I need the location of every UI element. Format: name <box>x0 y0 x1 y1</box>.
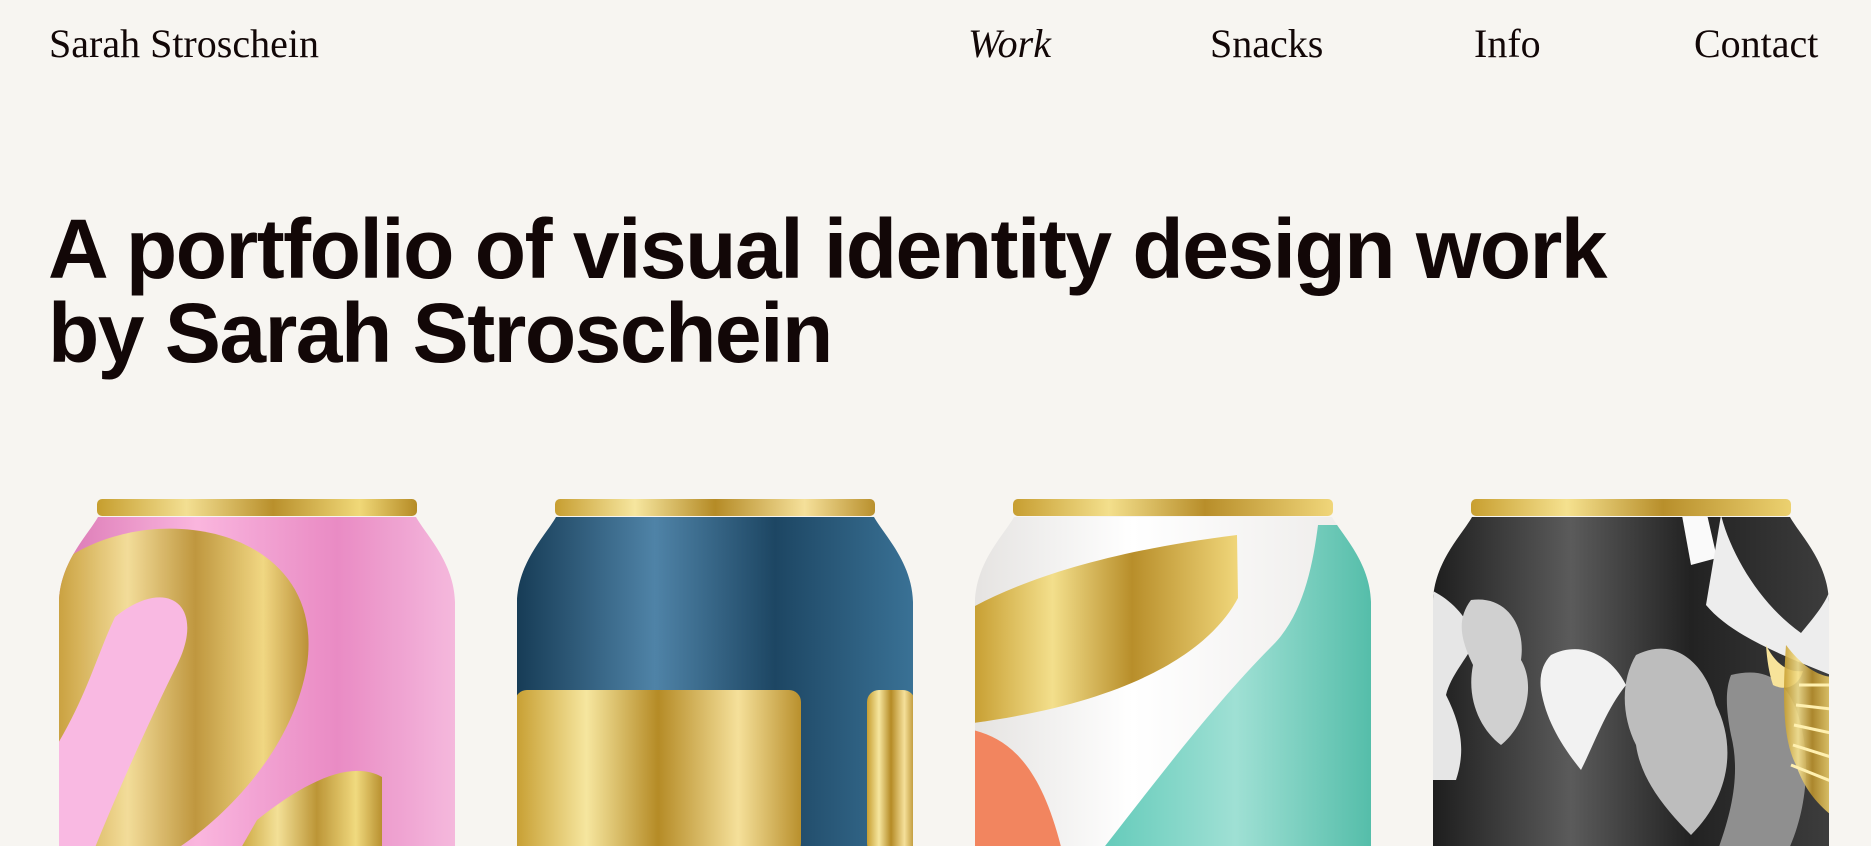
navy-gold-can-image[interactable] <box>515 495 915 846</box>
nav-work-link[interactable]: Work <box>968 18 1051 70</box>
portfolio-headline: A portfolio of visual identity design wo… <box>48 207 1668 375</box>
portfolio-page: Sarah Stroschein Work Snacks Info Contac… <box>0 0 1871 846</box>
nav-snacks-link[interactable]: Snacks <box>1210 18 1323 70</box>
white-teal-gold-can-image[interactable] <box>973 495 1373 846</box>
portfolio-headline-line-1: A portfolio of visual identity design wo… <box>48 202 1607 296</box>
pink-gold-can-illustration <box>59 499 455 846</box>
black-gold-can-illustration <box>1433 499 1829 846</box>
white-teal-gold-can-illustration <box>975 499 1371 846</box>
navy-gold-can-illustration <box>517 499 913 846</box>
product-gallery <box>0 495 1871 846</box>
nav-contact-link[interactable]: Contact <box>1694 18 1818 70</box>
nav-info-link[interactable]: Info <box>1474 18 1541 70</box>
black-gold-can-image[interactable] <box>1431 495 1831 846</box>
site-header: Sarah Stroschein Work Snacks Info Contac… <box>0 0 1871 90</box>
pink-gold-can-image[interactable] <box>57 495 457 846</box>
site-name-link[interactable]: Sarah Stroschein <box>49 18 319 70</box>
portfolio-headline-line-2: by Sarah Stroschein <box>48 286 833 380</box>
